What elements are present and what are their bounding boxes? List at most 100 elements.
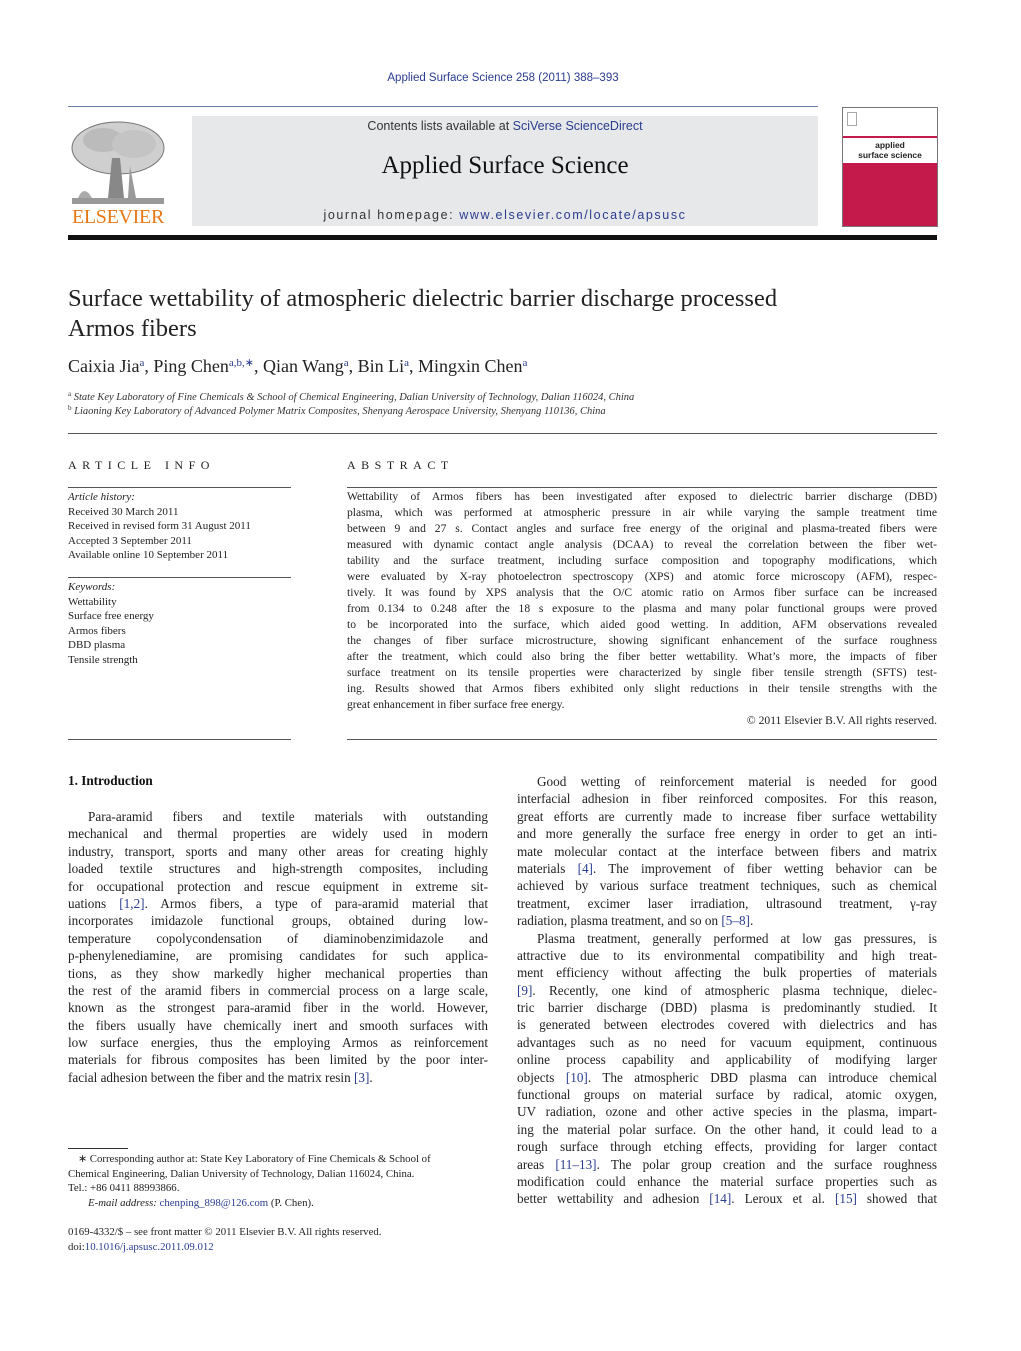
doi-link[interactable]: 10.1016/j.apsusc.2011.09.012 bbox=[85, 1241, 214, 1253]
reference-link[interactable]: [14] bbox=[709, 1191, 731, 1206]
abstract-line: measured with dynamic contact angle anal… bbox=[347, 538, 937, 551]
abstract-line: surface treatment on its tensile propert… bbox=[347, 666, 937, 679]
history-item: Received 30 March 2011 bbox=[68, 505, 179, 518]
reference-link[interactable]: [5–8] bbox=[721, 913, 750, 928]
paragraph-line: interfacial adhesion in fiber reinforced… bbox=[517, 791, 937, 807]
abstract-copyright: © 2011 Elsevier B.V. All rights reserved… bbox=[746, 714, 937, 727]
history-item: Accepted 3 September 2011 bbox=[68, 534, 192, 547]
homepage-prefix: journal homepage: bbox=[323, 208, 460, 222]
homepage-link[interactable]: www.elsevier.com/locate/apsusc bbox=[459, 208, 686, 222]
front-matter: 0169-4332/$ – see front matter © 2011 El… bbox=[68, 1225, 498, 1254]
journal-citation[interactable]: Applied Surface Science 258 (2011) 388–3… bbox=[0, 72, 1006, 84]
paragraph-line: advantages such as no need for vacuum eq… bbox=[517, 1034, 937, 1050]
abstract-heading: ABSTRACT bbox=[347, 458, 454, 472]
abstract-line: tability and the surface treatment, incl… bbox=[347, 554, 937, 567]
reference-link[interactable]: [10] bbox=[566, 1070, 588, 1085]
abstract-line: between 9 and 27 s. Contact angles and s… bbox=[347, 522, 937, 535]
affiliation-mark[interactable]: a bbox=[139, 357, 144, 369]
affiliation-mark[interactable]: a bbox=[344, 357, 349, 369]
paragraph-line: mechanical and thermal properties are wi… bbox=[68, 826, 488, 842]
affiliation-b: b Liaoning Key Laboratory of Advanced Po… bbox=[68, 404, 606, 417]
email-link[interactable]: chenping_898@126.com bbox=[160, 1197, 269, 1209]
journal-cover-thumbnail[interactable]: applied surface science bbox=[842, 107, 938, 227]
paragraph-line: the rest of the aramid fibers in commerc… bbox=[68, 982, 488, 998]
paragraph-line: the fibers usually have chemically inert… bbox=[68, 1017, 488, 1033]
intro-right-column: Good wetting of reinforcement material i… bbox=[517, 773, 937, 1208]
author-list: Caixia Jiaa, Ping Chena,b,∗, Qian Wanga,… bbox=[68, 356, 528, 376]
elsevier-logo[interactable]: ELSEVIER bbox=[66, 116, 170, 228]
header-divider bbox=[68, 106, 818, 107]
author: Bin Lia bbox=[357, 356, 409, 376]
abstract-bottom-divider bbox=[347, 739, 937, 740]
paragraph-line: materials for fibrous composites has bee… bbox=[68, 1052, 488, 1068]
reference-link[interactable]: [11–13] bbox=[555, 1157, 596, 1172]
reference-link[interactable]: [3] bbox=[354, 1070, 369, 1085]
author: Mingxin Chena bbox=[418, 356, 528, 376]
history-item: Received in revised form 31 August 2011 bbox=[68, 520, 251, 532]
paragraph-line: temperature copolycondensation of diamin… bbox=[68, 930, 488, 946]
abstract-line: tively. It was found by XPS analysis tha… bbox=[347, 586, 937, 599]
author: Caixia Jiaa bbox=[68, 356, 145, 376]
keyword: Armos fibers bbox=[68, 624, 126, 637]
telephone: Tel.: +86 0411 88993866. bbox=[68, 1182, 180, 1194]
paragraph-line: and more generally the surface free ener… bbox=[517, 826, 937, 842]
footnote-line: Chemical Engineering, Dalian University … bbox=[68, 1167, 415, 1180]
affiliation-mark[interactable]: a,b,∗ bbox=[229, 357, 254, 369]
footnote-rule bbox=[68, 1148, 128, 1149]
history-label: Article history: bbox=[68, 491, 135, 503]
doi-line: doi:10.1016/j.apsusc.2011.09.012 bbox=[68, 1240, 498, 1255]
paragraph-line: areas [11–13]. The polar group creation … bbox=[517, 1156, 937, 1172]
paragraph-line: tions, as they show markedly higher mech… bbox=[68, 965, 488, 981]
paragraph-line: Plasma treatment, generally performed at… bbox=[537, 930, 937, 946]
header-thick-rule bbox=[68, 235, 937, 240]
article-history: Article history: Received 30 March 2011 … bbox=[68, 490, 292, 563]
title-divider bbox=[68, 433, 937, 434]
keywords-label: Keywords: bbox=[68, 581, 116, 593]
abstract-line: great enhancement in fiber surface free … bbox=[347, 698, 565, 711]
cover-logo-icon bbox=[847, 112, 857, 126]
reference-link[interactable]: [15] bbox=[835, 1191, 857, 1206]
contents-prefix: Contents lists available at bbox=[367, 119, 513, 133]
keyword: Tensile strength bbox=[68, 653, 138, 666]
email-line: E-mail address: chenping_898@126.com (P.… bbox=[68, 1196, 498, 1211]
keyword: Wettability bbox=[68, 595, 117, 608]
paragraph-line: p-phenylenediamine, are promising candid… bbox=[68, 948, 488, 964]
abstract-line: to be incorporated into the surface, whi… bbox=[347, 618, 937, 631]
paragraph-line: industry, transport, sports and many oth… bbox=[68, 843, 488, 859]
footnote-line: ∗ Corresponding author at: State Key Lab… bbox=[78, 1153, 431, 1165]
abstract-line: Wettability of Armos fibers has been inv… bbox=[347, 490, 937, 503]
doi-prefix: doi: bbox=[68, 1240, 85, 1253]
keywords-divider bbox=[68, 577, 291, 578]
abstract-line: were evaluated by X-ray photoelectron sp… bbox=[347, 570, 937, 583]
reference-link[interactable]: [4] bbox=[578, 861, 593, 876]
paragraph-line: facial adhesion between the fiber and th… bbox=[68, 1069, 373, 1085]
email-suffix: (P. Chen). bbox=[268, 1196, 314, 1209]
title-line2: Armos fibers bbox=[68, 315, 197, 342]
paragraph-line: is generated between electrodes covered … bbox=[517, 1017, 937, 1033]
affiliation-a: a State Key Laboratory of Fine Chemicals… bbox=[68, 390, 635, 403]
abstract-line: ing. Results showed that Armos fibers ex… bbox=[347, 682, 937, 695]
paragraph-line: online process capability and applicabil… bbox=[517, 1052, 937, 1068]
title-line1: Surface wettability of atmospheric diele… bbox=[68, 285, 778, 312]
paragraph-line: better wettability and adhesion [14]. Le… bbox=[517, 1191, 937, 1207]
abstract-line: plasma, which was performed at atmospher… bbox=[347, 506, 937, 519]
article-info-divider bbox=[68, 487, 291, 488]
affiliation-mark[interactable]: a bbox=[404, 357, 409, 369]
section-heading-introduction: 1. Introduction bbox=[68, 773, 153, 788]
affiliation-mark[interactable]: a bbox=[523, 357, 528, 369]
author: Ping Chena,b,∗ bbox=[153, 356, 254, 376]
author: Qian Wanga bbox=[263, 356, 349, 376]
abstract-line: after the treatment, which could also br… bbox=[347, 650, 937, 663]
article-title: Surface wettability of atmospheric diele… bbox=[68, 284, 948, 344]
contents-line: Contents lists available at SciVerse Sci… bbox=[192, 119, 818, 133]
sciencedirect-link[interactable]: SciVerse ScienceDirect bbox=[513, 119, 643, 133]
reference-link[interactable]: [9] bbox=[517, 983, 532, 998]
paragraph-line: achieved by various surface treatment te… bbox=[517, 878, 937, 894]
paragraph-line: functional groups on material surface by… bbox=[517, 1087, 937, 1103]
reference-link[interactable]: [1,2] bbox=[119, 896, 144, 911]
corresponding-author-note: ∗ Corresponding author at: State Key Lab… bbox=[68, 1152, 498, 1210]
paragraph-line: incorporates imidazole functional groups… bbox=[68, 913, 488, 929]
paragraph-line: [9]. Recently, one kind of atmospheric p… bbox=[517, 982, 937, 998]
history-item: Available online 10 September 2011 bbox=[68, 549, 229, 561]
elsevier-tree-icon bbox=[71, 121, 165, 204]
